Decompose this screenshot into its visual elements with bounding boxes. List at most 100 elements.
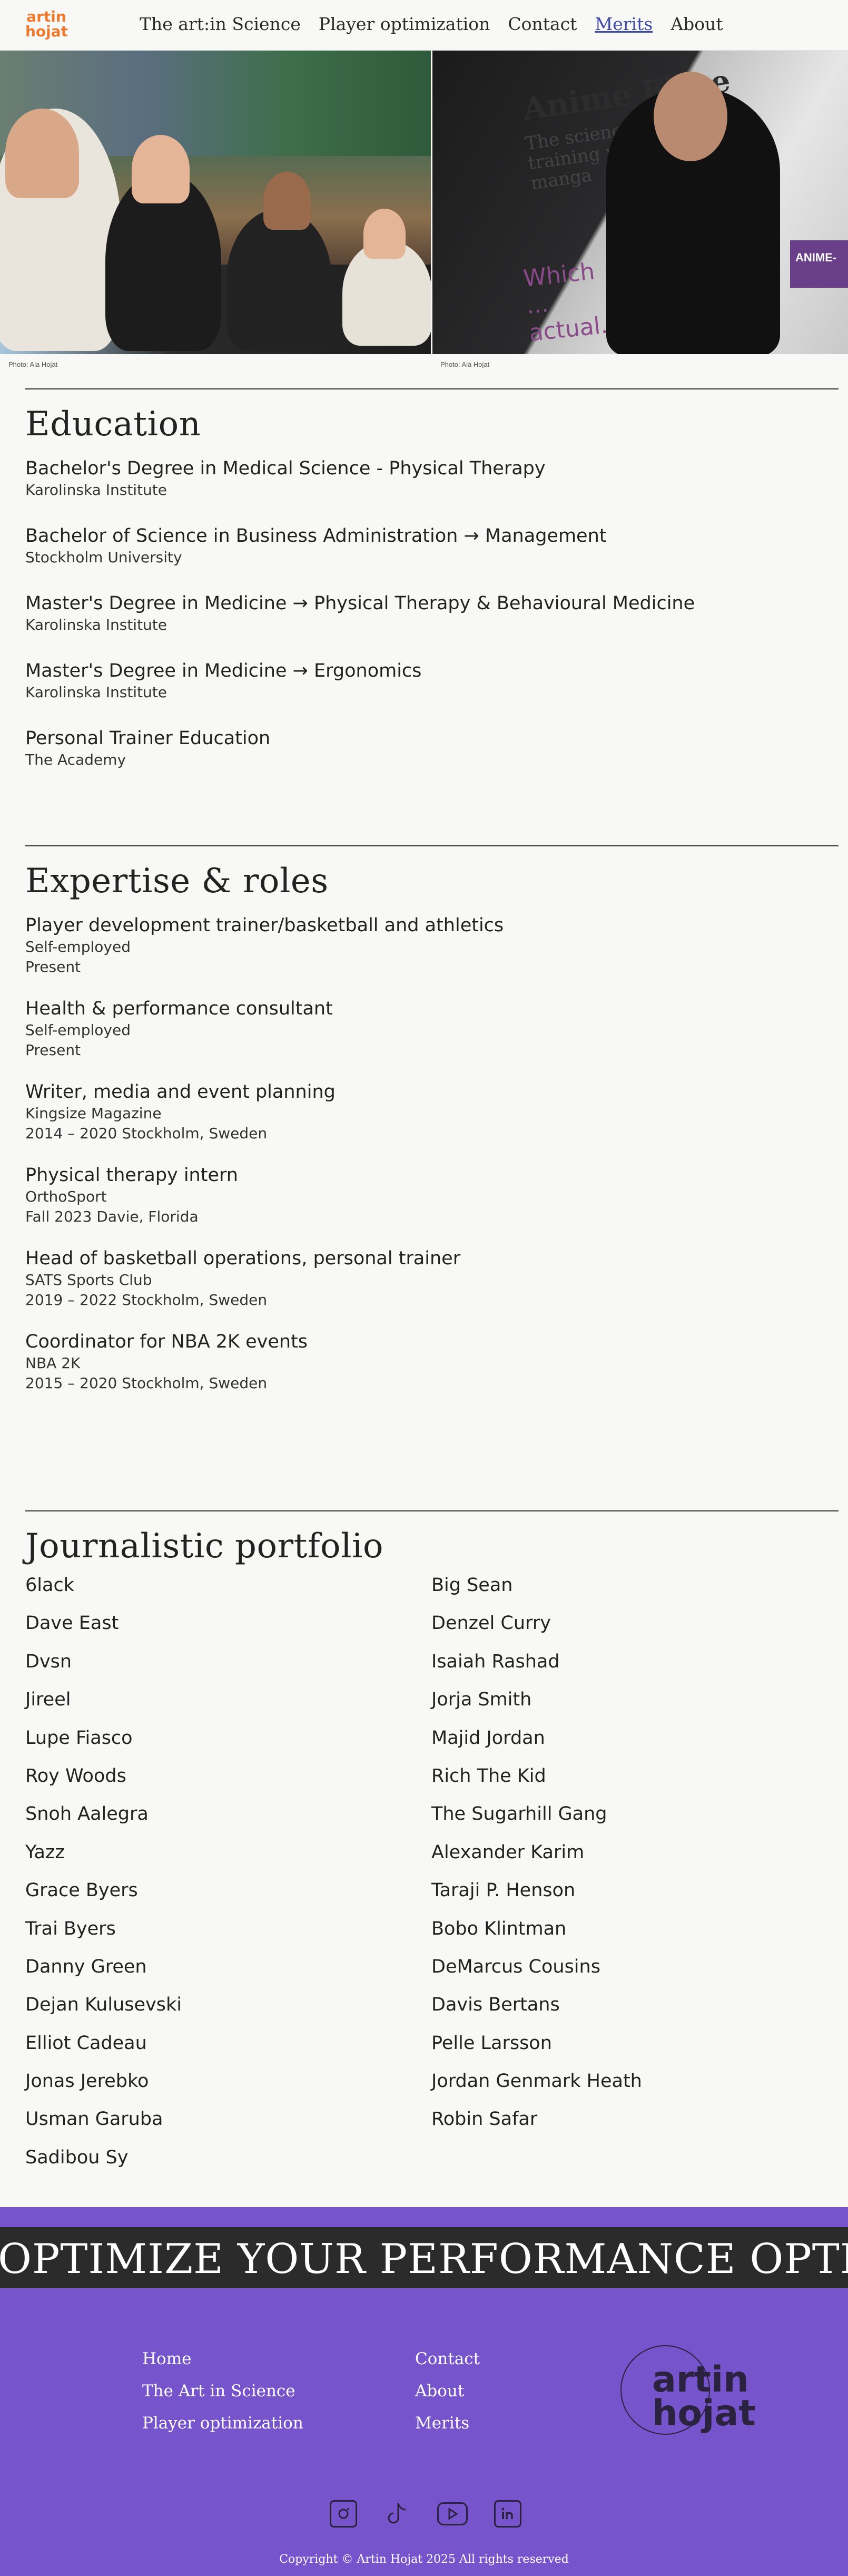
role-period: 2014 – 2020 Stockholm, Sweden — [25, 1125, 268, 1142]
person-2-head — [132, 135, 190, 203]
education-item: Master's Degree in Medicine → Physical T… — [25, 592, 839, 635]
role-title: Writer, media and event planning — [25, 1081, 336, 1102]
school-name: Karolinska Institute — [25, 616, 167, 633]
education-heading: Education — [25, 405, 201, 444]
portfolio-name: Dvsn — [25, 1651, 72, 1672]
copyright-text: Copyright © Artin Hojat 2025 All rights … — [279, 2553, 569, 2566]
education-item: Bachelor of Science in Business Administ… — [25, 524, 839, 568]
role-item: Health & performance consultant Self-emp… — [25, 997, 839, 1060]
portfolio-name: Jordan Genmark Heath — [431, 2071, 642, 2092]
slide-badge: ANIME- — [790, 240, 848, 288]
footer-logo-text: artin hojat — [652, 2359, 756, 2434]
role-org: Self-employed — [25, 938, 131, 955]
footer-link-contact[interactable]: Contact — [415, 2343, 480, 2375]
role-item: Coordinator for NBA 2K events NBA 2K 201… — [25, 1330, 839, 1393]
slide-question: Which ... actual... — [522, 258, 624, 347]
degree-title: Master's Degree in Medicine → Ergonomics — [25, 660, 422, 681]
school-name: Karolinska Institute — [25, 684, 167, 701]
nav-link-player-optimization[interactable]: Player optimization — [319, 14, 490, 34]
marquee-banner: OPTIMIZE YOUR PERFORMANCE OPTIMIZE YOUR … — [0, 2227, 848, 2288]
social-links — [330, 2500, 521, 2528]
role-period: 2015 – 2020 Stockholm, Sweden — [25, 1374, 268, 1392]
portfolio-name: Danny Green — [25, 1956, 147, 1977]
degree-title: Bachelor's Degree in Medical Science - P… — [25, 458, 546, 479]
logo-line-1: artin — [26, 8, 66, 25]
portfolio-name: Dejan Kulusevski — [25, 1994, 182, 2016]
school-name: The Academy — [25, 751, 126, 768]
footer-link-about[interactable]: About — [415, 2375, 480, 2407]
nav-link-about[interactable]: About — [670, 14, 723, 34]
tiktok-icon[interactable] — [383, 2500, 411, 2528]
marquee-text: OPTIMIZE YOUR PERFORMANCE OPTIMIZE YOUR … — [0, 2236, 848, 2283]
portfolio-name: Isaiah Rashad — [431, 1651, 560, 1672]
role-period: Present — [25, 958, 81, 975]
photo-caption-right: Photo: Ala Hojat — [440, 360, 490, 368]
basketball-team-photo — [0, 51, 431, 354]
portfolio-name: Sadibou Sy — [25, 2146, 129, 2168]
education-item: Master's Degree in Medicine → Ergonomics… — [25, 659, 839, 702]
role-org: Self-employed — [25, 1021, 131, 1039]
portfolio-name: Taraji P. Henson — [431, 1880, 576, 1901]
role-title: Player development trainer/basketball an… — [25, 915, 504, 936]
speaker-head — [654, 72, 727, 161]
portfolio-name: Alexander Karim — [431, 1841, 585, 1863]
school-name: Karolinska Institute — [25, 481, 167, 499]
portfolio-name: DeMarcus Cousins — [431, 1956, 600, 1977]
nav-link-contact[interactable]: Contact — [508, 14, 577, 34]
portfolio-name: Rich The Kid — [431, 1765, 546, 1787]
portfolio-name: The Sugarhill Gang — [431, 1803, 607, 1825]
footer-link-player-optimization[interactable]: Player optimization — [142, 2407, 303, 2440]
section-divider — [25, 845, 839, 846]
footer-link-art-in-science[interactable]: The Art in Science — [142, 2375, 303, 2407]
expertise-heading: Expertise & roles — [25, 862, 329, 901]
expertise-section: Expertise & roles Player development tra… — [25, 845, 839, 1408]
portfolio-section: Journalistic portfolio 6lack Big Sean Da… — [25, 1510, 839, 2184]
portfolio-heading: Journalistic portfolio — [25, 1527, 384, 1566]
education-item: Personal Trainer Education The Academy — [25, 727, 839, 770]
role-org: Kingsize Magazine — [25, 1105, 162, 1122]
linkedin-icon[interactable] — [494, 2500, 521, 2528]
portfolio-name: Denzel Curry — [431, 1613, 551, 1634]
nav-link-merits[interactable]: Merits — [595, 14, 653, 34]
person-1-head — [5, 109, 79, 198]
footer-column-2: Contact About Merits — [415, 2343, 480, 2440]
role-title: Physical therapy intern — [25, 1165, 238, 1186]
portfolio-name: Dave East — [25, 1613, 119, 1634]
footer-logo-line-1: artin — [652, 2359, 749, 2401]
education-section: Education Bachelor's Degree in Medical S… — [25, 388, 839, 785]
footer-column-1: Home The Art in Science Player optimizat… — [142, 2343, 303, 2440]
role-title: Health & performance consultant — [25, 998, 333, 1019]
portfolio-name: Usman Garuba — [25, 2109, 163, 2130]
role-title: Coordinator for NBA 2K events — [25, 1331, 308, 1352]
portfolio-grid: 6lack Big Sean Dave East Denzel Curry Dv… — [25, 1574, 839, 2184]
role-item: Writer, media and event planning Kingsiz… — [25, 1080, 839, 1144]
portfolio-name: Grace Byers — [25, 1880, 138, 1901]
nav-link-art-in-science[interactable]: The art:in Science — [140, 14, 301, 34]
footer-logo[interactable]: artin hojat — [620, 2345, 756, 2435]
logo-line-2: hojat — [25, 23, 68, 40]
youtube-icon[interactable] — [437, 2502, 468, 2525]
portfolio-name: Trai Byers — [25, 1918, 116, 1939]
footer-link-home[interactable]: Home — [142, 2343, 303, 2375]
site-logo[interactable]: artin hojat — [25, 8, 68, 44]
portfolio-name: Lupe Fiasco — [25, 1727, 133, 1749]
portfolio-name: Big Sean — [431, 1575, 513, 1596]
portfolio-name: Yazz — [25, 1841, 65, 1863]
portfolio-name: Jonas Jerebko — [25, 2071, 149, 2092]
top-navigation: artin hojat The art:in Science Player op… — [0, 0, 848, 51]
portfolio-name: Roy Woods — [25, 1765, 126, 1787]
instagram-icon[interactable] — [330, 2500, 357, 2528]
site-footer: OPTIMIZE YOUR PERFORMANCE OPTIMIZE YOUR … — [0, 2207, 848, 2576]
role-period: Fall 2023 Davie, Florida — [25, 1208, 199, 1225]
portfolio-name: Majid Jordan — [431, 1727, 545, 1749]
role-org: OrthoSport — [25, 1188, 107, 1205]
portfolio-name: Elliot Cadeau — [25, 2032, 147, 2054]
footer-link-merits[interactable]: Merits — [415, 2407, 480, 2440]
section-divider — [25, 388, 839, 389]
role-period: 2019 – 2022 Stockholm, Sweden — [25, 1291, 268, 1309]
footer-logo-line-2: hojat — [652, 2393, 756, 2434]
role-title: Head of basketball operations, personal … — [25, 1248, 461, 1269]
portfolio-name: Jorja Smith — [431, 1689, 532, 1711]
role-item: Physical therapy intern OrthoSport Fall … — [25, 1164, 839, 1227]
portfolio-name: Pelle Larsson — [431, 2032, 552, 2054]
